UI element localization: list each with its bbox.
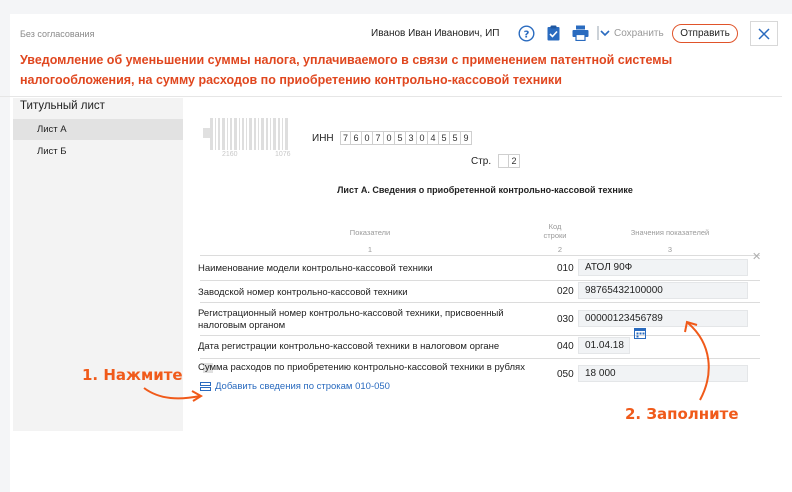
column-number: 3 [667,245,673,254]
registration-date-field[interactable]: 01.04.18 [578,337,630,354]
page-digit [498,154,509,168]
row-code: 030 [557,314,574,325]
help-icon: ? [517,24,535,42]
table-divider [200,358,760,359]
inn-digit: 3 [406,131,417,145]
column-header-indicators: Показатели [349,228,391,237]
clipboard-button[interactable] [545,24,561,42]
send-button[interactable]: Отправить [672,24,738,43]
row-code: 020 [557,286,574,297]
approval-status: Без согласования [20,29,95,39]
inn-digit: 0 [362,131,373,145]
row-label: Регистрационный номер контрольно-кассово… [198,308,504,331]
row-code: 010 [557,263,574,274]
header-divider [0,96,782,97]
sidebar-item-sheet-b[interactable]: Лист Б [13,141,183,162]
row-code: 050 [557,369,574,380]
annotation-arrow-icon [143,387,203,402]
inn-digit: 7 [373,131,384,145]
close-icon [758,27,770,40]
inn-field: 7 6 0 7 0 5 3 0 4 5 5 9 [340,131,472,145]
page-number-field: 2 [498,154,520,168]
page-digit: 2 [509,154,520,168]
column-number: 1 [367,245,373,254]
expense-amount-field[interactable]: 18 000 [578,365,748,382]
sheet-title: Лист А. Сведения о приобретенной контрол… [337,185,633,195]
inn-digit: 6 [351,131,362,145]
row-code: 040 [557,341,574,352]
table-divider [200,335,760,336]
table-divider [200,255,760,256]
svg-text:?: ? [523,29,529,40]
inn-digit: 9 [461,131,472,145]
inn-digit: 0 [417,131,428,145]
serial-number-field[interactable]: 98765432100000 [578,282,748,299]
table-divider [200,302,760,303]
print-button[interactable] [571,24,589,42]
row-label: Сумма расходов по приобретению контрольн… [198,362,525,373]
model-name-field[interactable]: АТОЛ 90Ф [578,259,748,276]
inn-label: ИНН [312,133,334,144]
inn-digit: 7 [340,131,351,145]
chevron-down-icon [597,26,610,40]
barcode-number: 1076 [275,151,291,158]
inn-digit: 5 [395,131,406,145]
clipboard-icon [547,25,559,41]
more-options-button[interactable] [597,24,611,42]
page-number-label: Стр. [471,156,492,167]
sidebar-item-title-page[interactable]: Титульный лист [20,100,105,112]
inn-digit: 0 [384,131,395,145]
row-label: Наименование модели контрольно-кассовой … [198,263,433,274]
clear-model-name-icon[interactable]: ✕ [752,250,761,263]
annotation-arrow-icon [684,320,710,401]
add-rows-label: Добавить сведения по строкам 010-050 [215,381,390,392]
form-title: Уведомление об уменьшении суммы налога, … [20,53,673,87]
row-label: Заводской номер контрольно-кассовой техн… [198,287,408,298]
save-button[interactable]: Сохранить [614,28,664,39]
sidebar-item-sheet-a[interactable]: Лист А [13,119,183,140]
column-header-code: Код строки [543,222,567,240]
barcode-number: 2160 [222,151,238,158]
inn-digit: 4 [428,131,439,145]
printer-icon [572,25,588,41]
column-number: 2 [557,245,563,254]
inn-digit: 5 [450,131,461,145]
help-button[interactable]: ? [517,24,535,42]
column-header-values: Значения показателей [630,228,710,237]
step-two-annotation: 2. Заполните [625,405,739,423]
registration-number-field[interactable]: 00000123456789 [578,310,748,327]
close-button[interactable] [750,21,778,46]
add-rows-link[interactable]: Добавить сведения по строкам 010-050 [200,381,390,392]
row-label: Дата регистрации контрольно-кассовой тех… [198,341,500,352]
calendar-icon[interactable] [634,327,646,339]
table-divider [200,280,760,281]
inn-digit: 5 [439,131,450,145]
user-name: Иванов Иван Иванович, ИП [371,28,500,39]
